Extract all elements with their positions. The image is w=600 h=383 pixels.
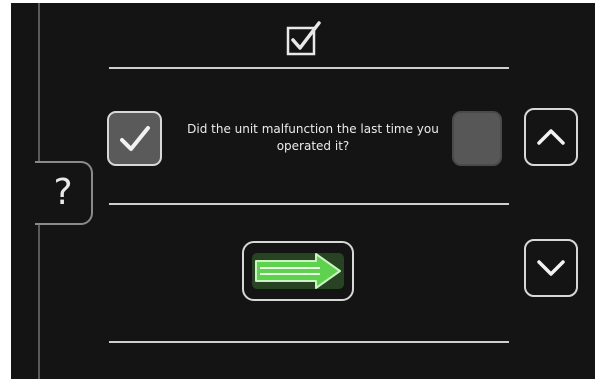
divider-top bbox=[109, 67, 509, 69]
chevron-up-icon bbox=[537, 129, 565, 145]
question-text: Did the unit malfunction the last time y… bbox=[187, 122, 439, 153]
arrow-right-icon bbox=[252, 253, 344, 289]
next-button[interactable] bbox=[242, 241, 354, 301]
screen: ? Did the unit malfunction the last time… bbox=[11, 3, 595, 379]
divider-middle bbox=[109, 203, 509, 205]
rail-line-top bbox=[38, 3, 40, 161]
chevron-down-icon bbox=[537, 260, 565, 276]
checkbox-checked-icon bbox=[286, 21, 321, 56]
rail-line-bottom bbox=[38, 225, 40, 379]
help-button[interactable]: ? bbox=[35, 161, 93, 225]
checkmark-icon bbox=[119, 125, 150, 151]
no-checkbox[interactable] bbox=[452, 111, 502, 166]
scroll-down-button[interactable] bbox=[524, 239, 578, 297]
divider-bottom bbox=[109, 341, 509, 343]
scroll-up-button[interactable] bbox=[524, 108, 578, 166]
yes-checkbox[interactable] bbox=[107, 111, 162, 166]
